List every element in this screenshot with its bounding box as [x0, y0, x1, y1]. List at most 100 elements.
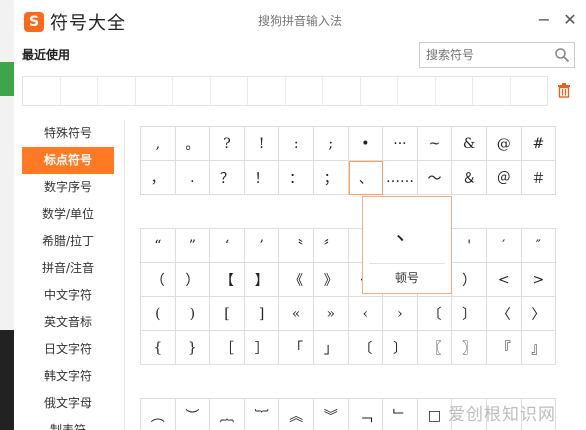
symbol-cell[interactable]: 〕	[383, 331, 418, 365]
symbol-cell[interactable]: ［	[210, 331, 245, 365]
symbol-cell[interactable]: ︾	[314, 399, 349, 430]
symbol-cell[interactable]: ;	[313, 127, 349, 161]
recent-symbol-slot[interactable]	[248, 77, 286, 105]
symbol-cell[interactable]: ‹	[348, 297, 384, 331]
symbol-cell[interactable]: ，	[141, 161, 176, 195]
symbol-cell[interactable]: ︵	[141, 399, 176, 430]
symbol-cell[interactable]: &	[452, 127, 487, 161]
recent-symbol-slot[interactable]	[473, 77, 511, 105]
recent-symbol-slot[interactable]	[361, 77, 398, 105]
symbol-cell[interactable]: ］	[244, 331, 280, 365]
recent-symbol-slot[interactable]	[98, 77, 136, 105]
symbol-cell[interactable]: ＆	[452, 161, 487, 195]
symbol-cell[interactable]: :	[279, 127, 314, 161]
symbol-cell[interactable]: 、	[348, 161, 384, 195]
symbol-cell[interactable]: ！	[244, 161, 280, 195]
symbol-cell[interactable]: {	[141, 331, 176, 365]
symbol-cell[interactable]: 。	[175, 127, 211, 161]
symbol-cell[interactable]: »	[313, 297, 349, 331]
symbol-cell[interactable]: ′	[486, 229, 522, 263]
symbol-cell[interactable]: 〞	[313, 229, 349, 263]
symbol-cell[interactable]: ︷	[210, 399, 245, 430]
trash-icon[interactable]	[557, 82, 571, 98]
symbol-cell[interactable]: 〔	[417, 297, 453, 331]
sidebar-item[interactable]: 韩文字符	[22, 363, 114, 390]
symbol-cell[interactable]: ﹁	[349, 399, 384, 430]
symbol-cell[interactable]: 】	[244, 263, 280, 297]
symbol-cell[interactable]: 』	[521, 331, 557, 365]
symbol-cell[interactable]: 【	[210, 263, 245, 297]
symbol-cell[interactable]: （	[141, 263, 176, 297]
symbol-cell[interactable]: ···	[383, 127, 418, 161]
symbol-cell[interactable]: ︽	[279, 399, 314, 430]
symbol-cell[interactable]: ︶	[176, 399, 211, 430]
symbol-cell[interactable]: '	[452, 229, 487, 263]
symbol-cell[interactable]: .	[175, 161, 211, 195]
symbol-cell[interactable]: ›	[383, 297, 418, 331]
symbol-cell[interactable]: 〔	[348, 331, 384, 365]
symbol-cell[interactable]: ＠	[486, 161, 522, 195]
sidebar-item[interactable]: 制表符	[22, 417, 114, 430]
sidebar-item[interactable]: 俄文字母	[22, 390, 114, 417]
symbol-cell[interactable]: ?	[210, 127, 245, 161]
close-button[interactable]: ✕	[560, 10, 580, 30]
symbol-cell[interactable]: )	[175, 297, 211, 331]
search-input[interactable]	[420, 43, 550, 67]
symbol-cell[interactable]: «	[279, 297, 314, 331]
symbol-cell[interactable]: >	[521, 263, 557, 297]
symbol-cell[interactable]: 」	[313, 331, 349, 365]
search-box[interactable]	[419, 42, 575, 68]
sidebar-item[interactable]: 标点符号	[22, 147, 114, 174]
symbol-cell[interactable]: 》	[313, 263, 349, 297]
symbol-cell[interactable]: !	[244, 127, 280, 161]
symbol-cell[interactable]: @	[486, 127, 522, 161]
symbol-cell[interactable]: ︸	[245, 399, 280, 430]
recent-symbol-slot[interactable]	[211, 77, 248, 105]
symbol-cell[interactable]: 〉	[521, 297, 557, 331]
symbol-cell[interactable]: ）	[175, 263, 211, 297]
symbol-cell[interactable]: ：	[279, 161, 314, 195]
symbol-cell[interactable]: 〕	[452, 297, 487, 331]
symbol-cell[interactable]: ″	[521, 229, 557, 263]
sidebar-item[interactable]: 希腊/拉丁	[22, 228, 114, 255]
sidebar-item[interactable]: 数字序号	[22, 174, 114, 201]
symbol-cell[interactable]: ＃	[521, 161, 557, 195]
recent-symbol-slot[interactable]	[136, 77, 173, 105]
symbol-cell[interactable]: ‘	[210, 229, 245, 263]
symbol-cell[interactable]: ）	[452, 263, 487, 297]
sidebar-item[interactable]: 中文字符	[22, 282, 114, 309]
symbol-cell[interactable]: }	[175, 331, 211, 365]
recent-symbol-slot[interactable]	[511, 77, 548, 105]
symbol-cell[interactable]: ～	[417, 161, 453, 195]
symbol-cell[interactable]: (	[141, 297, 176, 331]
recent-symbol-slot[interactable]	[23, 77, 61, 105]
recent-symbol-slot[interactable]	[398, 77, 436, 105]
symbol-cell[interactable]: 〝	[279, 229, 314, 263]
symbol-cell[interactable]: ﹂	[383, 399, 418, 430]
sidebar-item[interactable]: 拼音/注音	[22, 255, 114, 282]
symbol-cell[interactable]: ”	[175, 229, 211, 263]
search-icon[interactable]	[554, 47, 570, 63]
symbol-cell[interactable]: 《	[279, 263, 314, 297]
recent-symbol-slot[interactable]	[286, 77, 323, 105]
symbol-cell[interactable]: <	[486, 263, 522, 297]
symbol-cell[interactable]: ,	[141, 127, 176, 161]
recent-symbol-slot[interactable]	[323, 77, 361, 105]
sidebar-item[interactable]: 特殊符号	[22, 120, 114, 147]
symbol-cell[interactable]: ……	[383, 161, 418, 195]
symbol-cell[interactable]: 「	[279, 331, 314, 365]
sidebar-item[interactable]: 日文字符	[22, 336, 114, 363]
symbol-cell[interactable]: [	[210, 297, 245, 331]
symbol-cell[interactable]: ]	[244, 297, 280, 331]
recent-symbol-slot[interactable]	[61, 77, 98, 105]
symbol-cell[interactable]: 〖	[417, 331, 453, 365]
symbol-cell[interactable]: ’	[244, 229, 280, 263]
symbol-cell[interactable]: ；	[313, 161, 349, 195]
symbol-cell[interactable]: 〈	[486, 297, 522, 331]
symbol-cell[interactable]: #	[521, 127, 557, 161]
symbol-cell[interactable]: •	[348, 127, 384, 161]
sidebar-item[interactable]: 英文音标	[22, 309, 114, 336]
minimize-button[interactable]: −	[534, 10, 554, 30]
sidebar-item[interactable]: 数学/单位	[22, 201, 114, 228]
symbol-cell[interactable]: 『	[486, 331, 522, 365]
